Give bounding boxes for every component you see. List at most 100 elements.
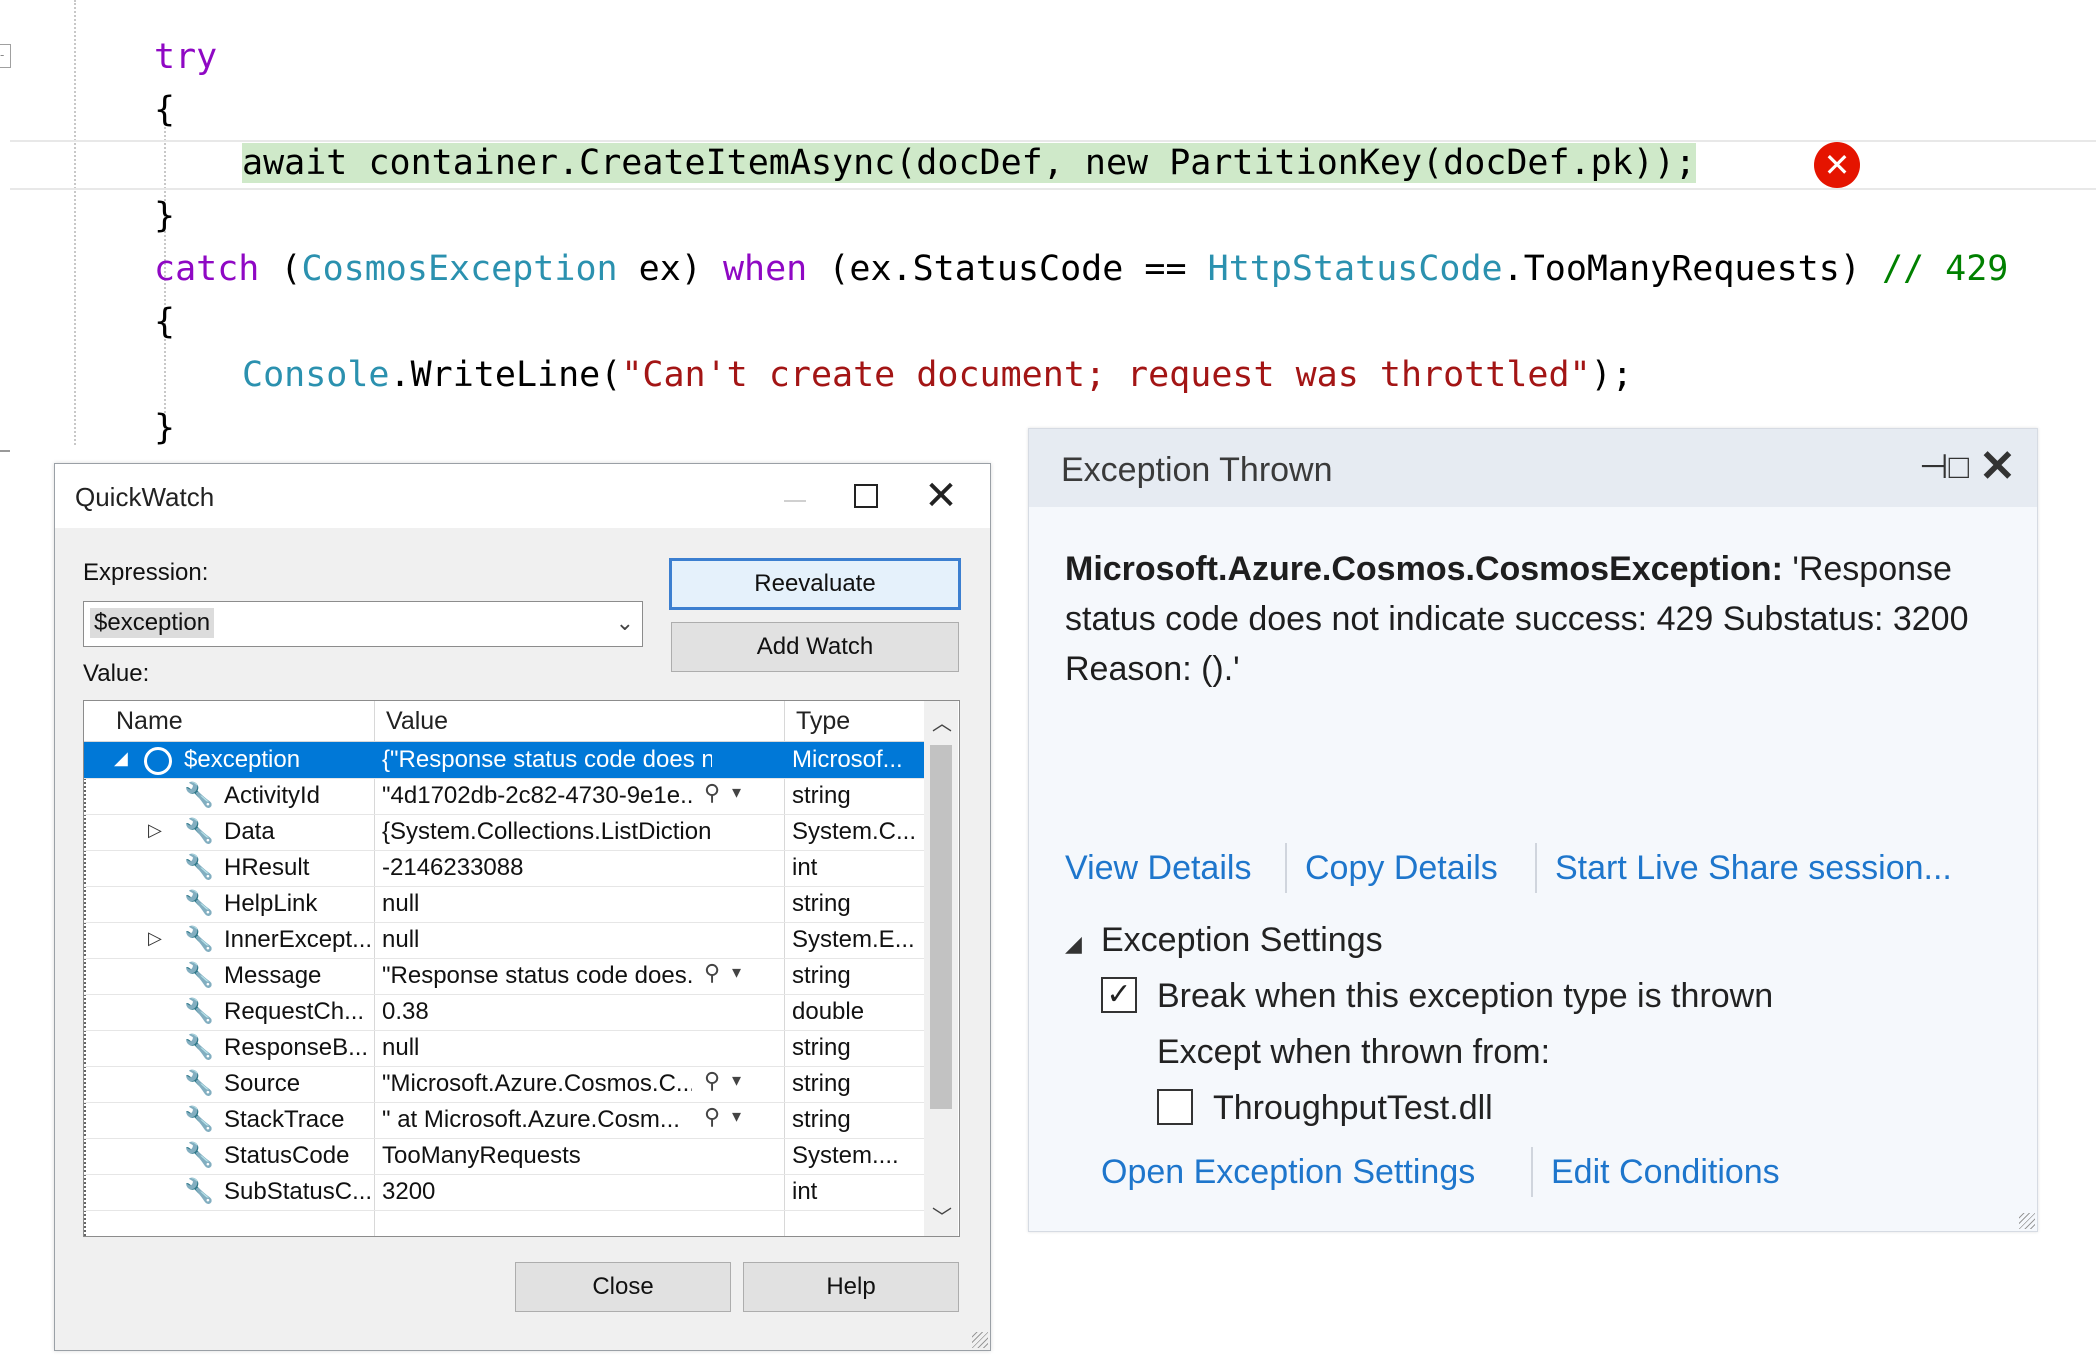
except-when-label: Except when thrown from:: [1157, 1033, 1551, 1071]
table-row[interactable]: ▷ 🔧 InnerExcept... null System.E...: [84, 922, 924, 959]
table-row[interactable]: 🔧 ActivityId "4d1702db-2c82-4730-9e1e...…: [84, 778, 924, 815]
wrench-icon: 🔧: [184, 926, 214, 953]
code-line-8[interactable]: }: [154, 405, 175, 451]
table-row[interactable]: 🔧 StatusCode TooManyRequests System....: [84, 1138, 924, 1175]
code-line-7[interactable]: Console.WriteLine("Can't create document…: [242, 352, 1633, 398]
expand-triangle-icon[interactable]: ▷: [148, 928, 162, 949]
table-row[interactable]: ◢ $exception {"Response status code does…: [84, 742, 924, 779]
keyword-await: await: [242, 143, 369, 183]
expand-triangle-icon[interactable]: ◢: [114, 748, 128, 769]
chevron-down-icon[interactable]: ⌄: [616, 610, 634, 636]
code-text: .WriteLine(: [389, 355, 622, 395]
code-line-2[interactable]: {: [154, 87, 175, 133]
row-value: TooManyRequests: [382, 1142, 581, 1169]
table-row[interactable]: 🔧 StackTrace " at Microsoft.Azure.Cosm..…: [84, 1102, 924, 1139]
string-literal: "Can't create document; request was thro…: [621, 355, 1591, 395]
row-value: " at Microsoft.Azure.Cosm...: [382, 1106, 680, 1133]
reevaluate-button[interactable]: Reevaluate: [669, 558, 961, 610]
table-row[interactable]: 🔧 RequestCh... 0.38 double: [84, 994, 924, 1031]
break-when-label: Break when this exception type is thrown: [1157, 977, 1774, 1015]
minimize-button[interactable]: [765, 472, 825, 520]
dropdown-arrow-icon[interactable]: ▾: [732, 1070, 741, 1091]
magnifier-icon[interactable]: ⚲: [704, 1068, 720, 1094]
brace: {: [154, 90, 176, 130]
magnifier-icon[interactable]: ⚲: [704, 780, 720, 806]
table-row[interactable]: 🔧 HelpLink null string: [84, 886, 924, 923]
link-separator: [1285, 843, 1287, 893]
dialog-title: QuickWatch: [75, 482, 215, 512]
expression-label: Expression:: [83, 559, 209, 586]
close-button[interactable]: Close: [515, 1262, 731, 1312]
table-row[interactable]: 🔧 SubStatusC... 3200 int: [84, 1174, 924, 1211]
dll-checkbox[interactable]: [1157, 1089, 1193, 1125]
collapse-icon[interactable]: -: [0, 44, 11, 68]
resize-grip[interactable]: [972, 1332, 988, 1348]
collapse-triangle-icon[interactable]: ◢: [1065, 931, 1082, 957]
row-type: System.E...: [792, 926, 915, 953]
wrench-icon: 🔧: [184, 998, 214, 1025]
row-value: -2146233088: [382, 854, 524, 881]
scrollbar-thumb[interactable]: [930, 745, 952, 1109]
view-details-link[interactable]: View Details: [1065, 849, 1251, 888]
keyword-catch: catch: [154, 249, 260, 289]
break-when-checkbox[interactable]: ✓: [1101, 977, 1137, 1013]
row-type: System....: [792, 1142, 899, 1169]
grid-header: Name Value Type: [84, 701, 924, 742]
magnifier-icon[interactable]: ⚲: [704, 960, 720, 986]
row-type: System.C...: [792, 818, 917, 845]
close-window-button[interactable]: ✕: [911, 472, 971, 520]
maximize-button[interactable]: [836, 472, 896, 520]
dropdown-arrow-icon[interactable]: ▾: [732, 962, 741, 983]
table-row[interactable]: 🔧 Source "Microsoft.Azure.Cosmos.C... ⚲ ▾…: [84, 1066, 924, 1103]
help-button[interactable]: Help: [743, 1262, 959, 1312]
wrench-icon: 🔧: [184, 1178, 214, 1205]
copy-details-link[interactable]: Copy Details: [1305, 849, 1498, 888]
column-type-header[interactable]: Type: [796, 707, 850, 736]
code-line-1[interactable]: try: [154, 34, 217, 80]
chevron-down-icon[interactable]: ﹀: [932, 1201, 952, 1230]
table-row[interactable]: 🔧 HResult -2146233088 int: [84, 850, 924, 887]
code-line-5[interactable]: catch (CosmosException ex) when (ex.Stat…: [154, 246, 2008, 292]
value-label: Value:: [83, 660, 150, 687]
open-exception-settings-link[interactable]: Open Exception Settings: [1101, 1153, 1475, 1192]
brace: }: [154, 408, 176, 448]
row-value: null: [382, 1034, 420, 1061]
column-name-header[interactable]: Name: [116, 707, 183, 736]
watch-grid[interactable]: Name Value Type ◢ $exception {"Response …: [83, 700, 960, 1237]
maximize-icon: [854, 484, 878, 508]
row-value: 3200: [382, 1178, 436, 1205]
indent-guide: [74, 0, 76, 445]
chevron-up-icon[interactable]: ︿: [932, 707, 952, 736]
pin-icon[interactable]: ⊣□: [1919, 447, 1969, 487]
magnifier-icon[interactable]: ⚲: [704, 1104, 720, 1130]
dialog-titlebar[interactable]: QuickWatch ✕: [55, 464, 990, 528]
dropdown-arrow-icon[interactable]: ▾: [732, 782, 741, 803]
live-share-link[interactable]: Start Live Share session...: [1555, 849, 1952, 888]
minimize-icon: [784, 500, 806, 502]
row-type: string: [792, 890, 851, 917]
resize-grip[interactable]: [2019, 1213, 2035, 1229]
code-line-4[interactable]: }: [154, 193, 175, 239]
exception-settings-header: Exception Settings: [1101, 921, 1383, 959]
row-type: string: [792, 962, 851, 989]
edit-conditions-link[interactable]: Edit Conditions: [1551, 1153, 1780, 1192]
code-line-6[interactable]: {: [154, 299, 175, 345]
code-text: .TooManyRequests): [1502, 249, 1882, 289]
brace: }: [154, 196, 176, 236]
exception-helper-popup: Exception Thrown ⊣□ ✕ Microsoft.Azure.Co…: [1028, 428, 2038, 1232]
close-icon[interactable]: ✕: [1979, 441, 2016, 492]
expression-value[interactable]: $exception: [90, 608, 215, 638]
code-text: container.CreateItemAsync(docDef,: [368, 143, 1085, 183]
expression-combobox[interactable]: $exception ⌄: [83, 601, 643, 647]
vertical-scrollbar[interactable]: ︿ ﹀: [924, 701, 958, 1236]
code-line-3[interactable]: await container.CreateItemAsync(docDef, …: [242, 140, 1696, 186]
table-row[interactable]: 🔧 Message "Response status code does... …: [84, 958, 924, 995]
table-row[interactable]: ▷ 🔧 Data {System.Collections.ListDiction…: [84, 814, 924, 851]
table-row[interactable]: 🔧 ResponseB... null string: [84, 1030, 924, 1067]
expand-triangle-icon[interactable]: ▷: [148, 820, 162, 841]
code-editor[interactable]: - try { await container.CreateItemAsync(…: [0, 0, 2096, 460]
error-x-icon[interactable]: ✕: [1814, 142, 1860, 188]
dropdown-arrow-icon[interactable]: ▾: [732, 1106, 741, 1127]
add-watch-button[interactable]: Add Watch: [671, 622, 959, 672]
column-value-header[interactable]: Value: [386, 707, 448, 736]
